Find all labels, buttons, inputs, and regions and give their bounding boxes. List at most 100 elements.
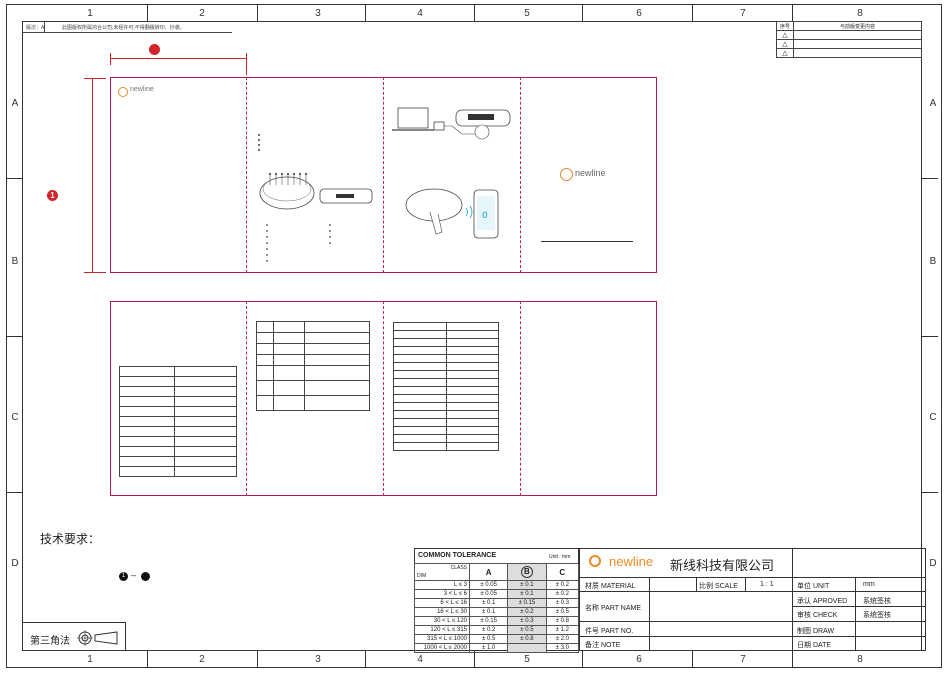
unit-value: mm [863, 581, 875, 588]
tolerance-row: 120 < L ≤ 315 ± 0.2 ± 0.5 ± 1.2 [414, 625, 580, 635]
zone-col-4-bottom: 4 [417, 654, 423, 665]
vertical-dimension-marker: 1 [47, 190, 58, 201]
center-logo-icon [560, 168, 573, 181]
tolerance-cell-dim: 3 < L ≤ 6 [414, 589, 470, 599]
zone-col-8: 8 [857, 8, 863, 19]
revision-table: 序号 与前版变更内容 △ △ △ [776, 21, 922, 58]
zone-col-7-bottom: 7 [740, 654, 746, 665]
zone-col-8-bottom: 8 [857, 654, 863, 665]
copyright-note: 此图版权所属鸿合公司,未经许可,不得翻版转印、抄袭。 [62, 25, 185, 31]
zone-col-5-bottom: 5 [524, 654, 530, 665]
zone-col-4: 4 [417, 8, 423, 19]
tolerance-row: 1000 < L ≤ 2000 ± 1.0 ± 3.0 [414, 643, 580, 653]
tolerance-cell-dim: 16 < L ≤ 30 [414, 607, 470, 617]
zone-col-3: 3 [315, 8, 321, 19]
zone-row-b-right: B [929, 256, 937, 267]
tolerance-row: 30 < L ≤ 120 ± 0.15 ± 0.3 ± 0.8 [414, 616, 580, 626]
tolerance-cell-b: ± 0.1 [507, 580, 547, 590]
tolerance-table: CLASS DIM A B C L ≤ 3 ± 0.05 ± 0.1 ± 0.2 3 <… [414, 563, 580, 653]
center-logo-text: newline [575, 168, 606, 178]
check-value: 系统签核 [863, 612, 891, 619]
connection-diagram: 0 [392, 107, 511, 239]
unit-label: 单位 UNIT [797, 583, 830, 590]
part-name-label: 名称 PART NAME [585, 605, 642, 612]
tolerance-cell-b: ± 0.5 [507, 625, 547, 635]
tolerance-cell-a: ± 0.1 [468, 598, 509, 608]
tolerance-cell-a: ± 0.5 [468, 634, 509, 644]
horizontal-dimension-marker [149, 44, 160, 55]
zone-row-c-right: C [929, 412, 937, 423]
tolerance-cell-a: ± 0.15 [468, 616, 509, 626]
zone-row-b: B [11, 256, 19, 267]
zone-col-2-bottom: 2 [199, 654, 205, 665]
tolerance-cell-dim: L ≤ 3 [414, 580, 470, 590]
tolerance-cell-a: ± 0.05 [468, 589, 509, 599]
company-name: 新线科技有限公司 [670, 558, 775, 573]
tolerance-corner: CLASS DIM [414, 563, 470, 581]
tolerance-cell-c: ± 0.2 [545, 580, 580, 590]
approved-value: 系统签核 [863, 598, 891, 605]
tolerance-cell-b: ± 0.2 [507, 607, 547, 617]
tolerance-title: COMMON TOLERANCE [418, 552, 497, 559]
version-note: 版次：A [26, 25, 45, 31]
tech-req-marker-2 [141, 572, 150, 581]
tolerance-cell-dim: 120 < L ≤ 315 [414, 625, 470, 635]
svg-text:0: 0 [482, 211, 488, 221]
tolerance-row: L ≤ 3 ± 0.05 ± 0.1 ± 0.2 [414, 580, 580, 590]
material-label: 材质 MATERIAL [585, 583, 636, 590]
tolerance-cell-b: ± 0.3 [507, 616, 547, 626]
tolerance-row: 315 < L ≤ 1000 ± 0.5 ± 0.8 ± 2.0 [414, 634, 580, 644]
zone-col-5: 5 [524, 8, 530, 19]
revision-mark-2: △ [776, 39, 794, 49]
tolerance-cell-b: ± 0.15 [507, 598, 547, 608]
scale-value: 1 : 1 [760, 581, 774, 588]
tolerance-col-c: C [545, 563, 580, 581]
tolerance-cell-dim: 6 < L ≤ 16 [414, 598, 470, 608]
zone-row-c: C [11, 412, 19, 423]
zone-row-d: D [11, 558, 19, 569]
check-label: 审核 CHECK [797, 612, 838, 619]
projection-label: 第三角法 [30, 636, 70, 647]
tolerance-cell-b: ± 0.8 [507, 634, 547, 644]
zone-col-3-bottom: 3 [315, 654, 321, 665]
title-logo-icon [589, 555, 601, 567]
tolerance-unit: Unit : mm [549, 554, 571, 560]
tolerance-row: 16 < L ≤ 30 ± 0.1 ± 0.2 ± 0.5 [414, 607, 580, 617]
tolerance-col-a: A [468, 563, 509, 581]
approved-label: 承认 APROVED [797, 598, 848, 605]
zone-row-d-right: D [929, 558, 937, 569]
date-label: 日期 DATE [797, 642, 832, 649]
tolerance-cell-c: ± 0.8 [545, 616, 580, 626]
tolerance-row: 3 < L ≤ 6 ± 0.05 ± 0.1 ± 0.2 [414, 589, 580, 599]
zone-col-1-bottom: 1 [87, 654, 93, 665]
spec-table-1 [119, 366, 237, 477]
newline-logo-icon [118, 87, 128, 97]
device-diagram [258, 134, 373, 262]
tolerance-cell-a: ± 0.05 [468, 580, 509, 590]
scale-label: 比例 SCALE [699, 583, 738, 590]
spec-table-2 [256, 321, 370, 411]
tolerance-cell-dim: 315 < L ≤ 1000 [414, 634, 470, 644]
zone-col-1: 1 [87, 8, 93, 19]
tolerance-cell-c: ± 3.0 [545, 643, 580, 653]
spec-table-3 [393, 322, 499, 451]
tolerance-cell-c: ± 0.2 [545, 589, 580, 599]
tech-req-marker-1: 1 [119, 572, 128, 581]
tech-requirements-title: 技术要求： [40, 532, 101, 546]
zone-col-6-bottom: 6 [636, 654, 642, 665]
third-angle-projection-icon [77, 630, 118, 646]
drawing-sheet: 1 2 3 4 5 6 7 8 1 2 3 4 5 6 7 8 A B C D … [0, 0, 950, 676]
tolerance-row: 6 < L ≤ 16 ± 0.1 ± 0.15 ± 0.3 [414, 598, 580, 608]
tolerance-cell-dim: 1000 < L ≤ 2000 [414, 643, 470, 653]
tolerance-cell-a: ± 1.0 [468, 643, 509, 653]
tolerance-cell-c: ± 0.5 [545, 607, 580, 617]
small-logo-text: newline [130, 86, 154, 93]
tolerance-cell-c: ± 1.2 [545, 625, 580, 635]
part-no-label: 件号 PART NO. [585, 628, 634, 635]
zone-col-6: 6 [636, 8, 642, 19]
remark-label: 备注 NOTE [585, 642, 621, 649]
tolerance-cell-a: ± 0.1 [468, 607, 509, 617]
zone-col-2: 2 [199, 8, 205, 19]
vertical-dimension-line [92, 78, 93, 272]
tolerance-cell-c: ± 0.3 [545, 598, 580, 608]
